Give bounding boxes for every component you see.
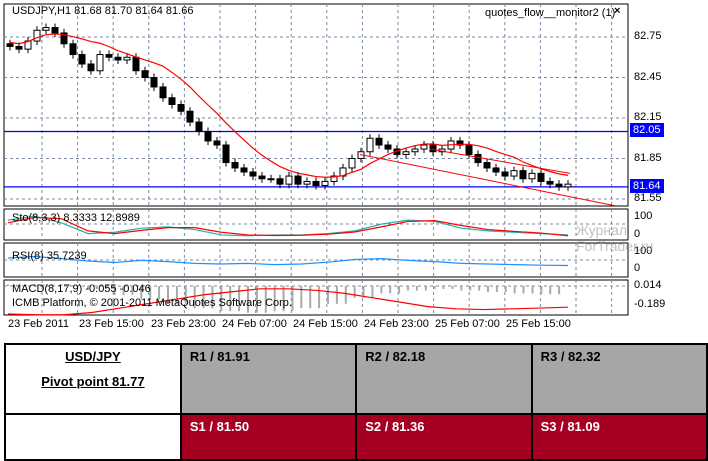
candle-body [366, 137, 374, 153]
pivot-table: USD/JPY Pivot point 81.77 R1 / 81.91 R2 … [4, 343, 708, 461]
candle-body [402, 151, 410, 155]
time-tick: 23 Feb 2011 [8, 318, 69, 330]
time-tick: 25 Feb 15:00 [506, 318, 571, 330]
time-tick: 25 Feb 07:00 [435, 318, 500, 330]
s3-cell: S3 / 81.09 [530, 413, 708, 461]
candle-body [186, 110, 194, 123]
expert-label: quotes_flow__monitor2 (1) [485, 7, 616, 19]
candle-body [78, 54, 86, 65]
candle-body [213, 140, 221, 146]
macd-tick: -0.189 [634, 298, 666, 310]
candle-body [267, 178, 275, 181]
candle-body [204, 131, 212, 142]
candle-body [141, 70, 149, 78]
price-tick: 82.45 [634, 71, 662, 83]
level-tag: 81.64 [630, 179, 664, 193]
pair-cell: USD/JPY Pivot point 81.77 [4, 343, 182, 415]
candle-body [114, 56, 122, 61]
candle-body [33, 29, 41, 42]
candle-body [474, 153, 482, 164]
level-tag: 82.05 [630, 123, 664, 137]
chart-title: USDJPY,H1 81.68 81.70 81.64 81.66 [12, 5, 194, 17]
candle-body [501, 171, 509, 177]
candle-body [546, 180, 554, 185]
price-tick: 82.15 [634, 111, 662, 123]
candle-body [168, 97, 176, 105]
candle-body [276, 178, 284, 185]
candle-body [150, 77, 158, 88]
candle-body [123, 56, 131, 61]
candle-body [483, 162, 491, 169]
candle-body [231, 162, 239, 169]
candle-body [15, 45, 23, 50]
pivot-label: Pivot point 81.77 [41, 374, 145, 389]
candle-body [96, 54, 104, 72]
time-tick: 23 Feb 23:00 [151, 318, 216, 330]
candle-body [384, 144, 392, 150]
s2-cell: S2 / 81.36 [355, 413, 533, 461]
r3-cell: R3 / 82.32 [530, 343, 708, 415]
time-tick: 24 Feb 15:00 [293, 318, 358, 330]
candle-body [492, 167, 500, 173]
rsi-label: RSI(8) 35.7239 [12, 250, 87, 262]
candle-body [528, 172, 536, 180]
candle-body [375, 137, 383, 146]
candle-body [510, 170, 518, 177]
candle-body [240, 167, 248, 173]
candle-body [555, 183, 563, 188]
candle-body [303, 180, 311, 185]
candle-body [132, 56, 140, 72]
candle-body [222, 144, 230, 164]
candle-body [420, 144, 428, 150]
candle-body [321, 180, 329, 186]
time-tick: 24 Feb 07:00 [222, 318, 287, 330]
candle-body [249, 171, 257, 177]
sto-tick: 100 [634, 210, 653, 222]
candle-body [69, 43, 77, 56]
candle-body [294, 175, 302, 185]
candle-body [429, 144, 437, 153]
sto-label: Sto(8,3,3) 8.3333 12.8989 [12, 212, 140, 224]
candle-body [159, 86, 167, 99]
time-tick: 24 Feb 23:00 [364, 318, 429, 330]
candle-body [285, 175, 293, 185]
copyright: ICMB Platform, © 2001-2011 MetaQuotes So… [12, 297, 292, 309]
r1-cell: R1 / 81.91 [179, 343, 358, 415]
candle-body [105, 54, 113, 58]
empty-cell [4, 413, 182, 461]
candle-body [195, 121, 203, 133]
price-tick: 81.55 [634, 192, 662, 204]
watermark: Журнал ForTrader.ru [576, 222, 654, 254]
candle-body [537, 172, 545, 182]
macd-label: MACD(8,17,9) -0.055 -0.046 [12, 283, 151, 295]
candle-body [465, 144, 473, 155]
candle-body [411, 148, 419, 153]
macd-tick: 0.014 [634, 279, 662, 291]
candle-body [258, 175, 266, 180]
candle-body [87, 63, 95, 72]
candle-body [519, 170, 527, 180]
price-tick: 82.75 [634, 30, 662, 42]
r2-cell: R2 / 82.18 [355, 343, 533, 415]
candle-body [6, 43, 14, 47]
rsi-tick: 0 [634, 262, 641, 274]
s1-cell: S1 / 81.50 [179, 413, 358, 461]
candle-body [312, 180, 320, 186]
price-tick: 81.85 [634, 152, 662, 164]
candle-body [348, 158, 356, 169]
candle-body [177, 104, 185, 112]
candle-body [564, 183, 572, 188]
candle-body [51, 27, 59, 34]
time-tick: 23 Feb 15:00 [79, 318, 144, 330]
close-icon[interactable]: × [614, 5, 620, 17]
pair-label: USD/JPY [65, 349, 121, 364]
candle-body [42, 27, 50, 31]
